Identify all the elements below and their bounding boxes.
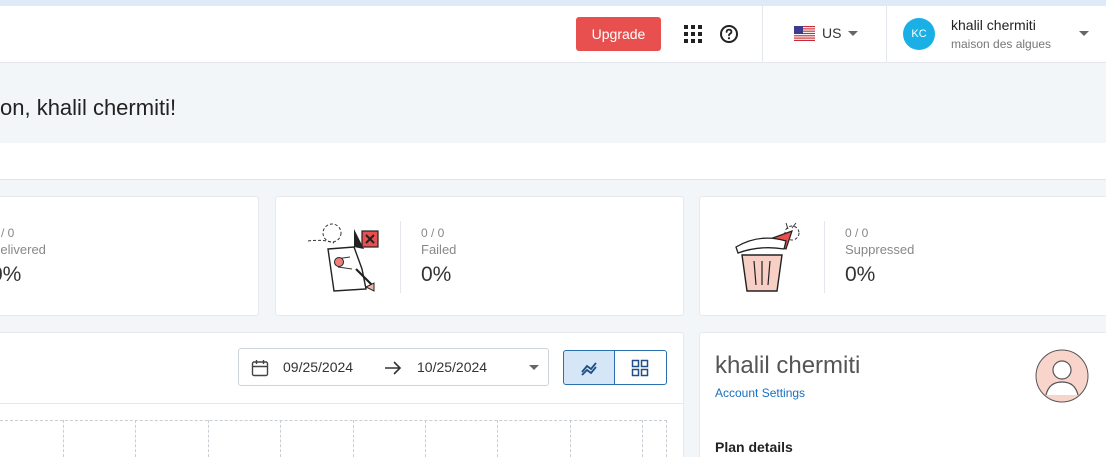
user-avatar-icon[interactable]	[1035, 349, 1089, 403]
page-greeting: on, khalil chermiti!	[0, 95, 177, 120]
calendar-icon	[251, 360, 269, 377]
apps-grid-icon[interactable]	[684, 25, 702, 43]
start-date-input[interactable]: 09/25/2024	[283, 359, 353, 375]
stat-percent: 0%	[0, 263, 22, 286]
chart-grid-line	[642, 420, 643, 457]
help-icon[interactable]	[719, 24, 739, 44]
user-organization: maison des algues	[951, 37, 1052, 51]
trash-mail-illustration-icon	[735, 222, 800, 292]
account-name: khalil chermiti	[715, 352, 861, 379]
chevron-down-icon[interactable]	[529, 365, 539, 370]
chart-grid-line	[666, 420, 667, 457]
user-name[interactable]: khalil chermiti	[951, 17, 1036, 33]
end-date-input[interactable]: 10/25/2024	[417, 359, 487, 375]
stat-label: Failed	[421, 242, 457, 257]
grid-view-icon	[631, 359, 649, 377]
grid-view-toggle[interactable]	[614, 350, 667, 385]
country-selector-label[interactable]: US	[822, 25, 841, 41]
chart-grid-line	[0, 420, 667, 421]
chart-grid-line	[425, 420, 426, 457]
card-divider	[400, 221, 401, 293]
stat-percent: 0%	[845, 263, 876, 286]
chevron-down-icon[interactable]	[1079, 31, 1089, 36]
chart-grid-line	[135, 420, 136, 457]
user-avatar[interactable]: KC	[903, 18, 935, 50]
failed-mail-illustration-icon	[307, 223, 379, 292]
card-divider	[824, 221, 825, 293]
us-flag-icon[interactable]	[794, 26, 815, 41]
stat-card-delivered: 0 / 0 Delivered 0%	[0, 196, 259, 316]
chart-view-toggle[interactable]	[563, 350, 615, 385]
arrow-right-icon	[385, 361, 402, 375]
chart-grid-line	[63, 420, 64, 457]
panel-divider	[0, 403, 683, 404]
header-divider	[886, 6, 887, 63]
stat-count: 0 / 0	[0, 226, 15, 240]
chart-grid-line	[497, 420, 498, 457]
account-settings-link[interactable]: Account Settings	[715, 386, 805, 400]
date-range-picker[interactable]: 09/25/2024 10/25/2024	[238, 348, 549, 386]
line-chart-icon	[581, 362, 597, 376]
stat-percent: 0%	[421, 263, 452, 286]
stat-count: 0 / 0	[421, 226, 445, 240]
stat-label: Delivered	[0, 242, 46, 257]
top-bar: Upgrade US KC khalil chermiti maison des…	[0, 6, 1106, 63]
stat-card-failed: 0 / 0 Failed 0%	[275, 196, 684, 316]
stat-label: Suppressed	[845, 242, 915, 257]
chevron-down-icon[interactable]	[848, 31, 858, 36]
stat-card-suppressed: 0 / 0 Suppressed 0%	[699, 196, 1106, 316]
plan-details-heading: Plan details	[715, 439, 793, 455]
chart-grid-line	[208, 420, 209, 457]
info-band	[0, 143, 1106, 180]
header-divider	[762, 6, 763, 63]
chart-grid-line	[570, 420, 571, 457]
upgrade-button[interactable]: Upgrade	[576, 17, 661, 51]
chart-grid-line	[280, 420, 281, 457]
stat-count: 0 / 0	[845, 226, 869, 240]
chart-grid-line	[353, 420, 354, 457]
